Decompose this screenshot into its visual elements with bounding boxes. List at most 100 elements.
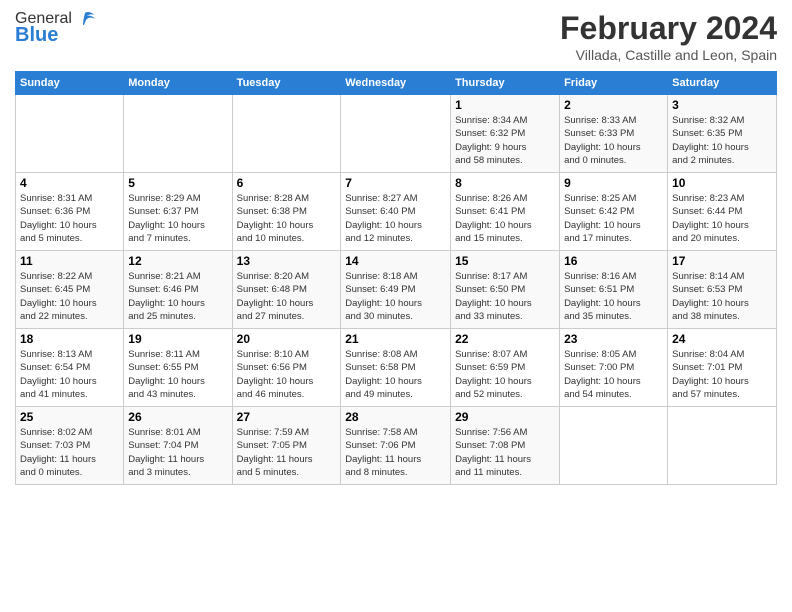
day-info: Sunrise: 8:14 AM Sunset: 6:53 PM Dayligh…	[672, 270, 772, 323]
calendar-cell	[560, 407, 668, 485]
day-info: Sunrise: 8:22 AM Sunset: 6:45 PM Dayligh…	[20, 270, 119, 323]
col-header-thursday: Thursday	[451, 72, 560, 95]
day-info: Sunrise: 8:02 AM Sunset: 7:03 PM Dayligh…	[20, 426, 119, 479]
day-number: 4	[20, 176, 119, 190]
day-number: 7	[345, 176, 446, 190]
day-number: 11	[20, 254, 119, 268]
day-info: Sunrise: 8:10 AM Sunset: 6:56 PM Dayligh…	[237, 348, 337, 401]
day-info: Sunrise: 8:13 AM Sunset: 6:54 PM Dayligh…	[20, 348, 119, 401]
day-number: 18	[20, 332, 119, 346]
col-header-monday: Monday	[124, 72, 232, 95]
header: General Blue February 2024 Villada, Cast…	[15, 10, 777, 63]
logo: General Blue	[15, 10, 96, 47]
day-info: Sunrise: 8:27 AM Sunset: 6:40 PM Dayligh…	[345, 192, 446, 245]
title-area: February 2024 Villada, Castille and Leon…	[560, 10, 777, 63]
calendar-cell: 15Sunrise: 8:17 AM Sunset: 6:50 PM Dayli…	[451, 251, 560, 329]
calendar-cell: 24 Sunrise: 8:04 AM Sunset: 7:01 PM Dayli…	[668, 329, 777, 407]
day-number: 3	[672, 98, 772, 112]
day-info: Sunrise: 8:28 AM Sunset: 6:38 PM Dayligh…	[237, 192, 337, 245]
calendar-cell: 11 Sunrise: 8:22 AM Sunset: 6:45 PM Dayli…	[16, 251, 124, 329]
calendar-cell: 12Sunrise: 8:21 AM Sunset: 6:46 PM Dayli…	[124, 251, 232, 329]
day-number: 6	[237, 176, 337, 190]
calendar-cell: 2 Sunrise: 8:33 AM Sunset: 6:33 PM Daylig…	[560, 95, 668, 173]
day-number: 16	[564, 254, 663, 268]
calendar-cell: 10 Sunrise: 8:23 AM Sunset: 6:44 PM Dayli…	[668, 173, 777, 251]
day-info: Sunrise: 8:11 AM Sunset: 6:55 PM Dayligh…	[128, 348, 227, 401]
day-number: 27	[237, 410, 337, 424]
day-number: 9	[564, 176, 663, 190]
calendar-cell: 19 Sunrise: 8:11 AM Sunset: 6:55 PM Dayli…	[124, 329, 232, 407]
calendar-cell: 28 Sunrise: 7:58 AM Sunset: 7:06 PM Dayli…	[341, 407, 451, 485]
calendar-cell: 29 Sunrise: 7:56 AM Sunset: 7:08 PM Dayli…	[451, 407, 560, 485]
day-info: Sunrise: 8:04 AM Sunset: 7:01 PM Dayligh…	[672, 348, 772, 401]
day-number: 21	[345, 332, 446, 346]
calendar-cell	[668, 407, 777, 485]
page-container: General Blue February 2024 Villada, Cast…	[0, 0, 792, 495]
day-number: 5	[128, 176, 227, 190]
day-info: Sunrise: 8:29 AM Sunset: 6:37 PM Dayligh…	[128, 192, 227, 245]
day-info: Sunrise: 8:01 AM Sunset: 7:04 PM Dayligh…	[128, 426, 227, 479]
day-info: Sunrise: 8:23 AM Sunset: 6:44 PM Dayligh…	[672, 192, 772, 245]
day-info: Sunrise: 8:07 AM Sunset: 6:59 PM Dayligh…	[455, 348, 555, 401]
day-info: Sunrise: 8:20 AM Sunset: 6:48 PM Dayligh…	[237, 270, 337, 323]
week-row-3: 11 Sunrise: 8:22 AM Sunset: 6:45 PM Dayli…	[16, 251, 777, 329]
calendar-cell: 21 Sunrise: 8:08 AM Sunset: 6:58 PM Dayli…	[341, 329, 451, 407]
calendar-cell: 13 Sunrise: 8:20 AM Sunset: 6:48 PM Dayli…	[232, 251, 341, 329]
day-info: Sunrise: 7:56 AM Sunset: 7:08 PM Dayligh…	[455, 426, 555, 479]
calendar-table: SundayMondayTuesdayWednesdayThursdayFrid…	[15, 71, 777, 485]
calendar-cell: 26Sunrise: 8:01 AM Sunset: 7:04 PM Dayli…	[124, 407, 232, 485]
calendar-cell: 25 Sunrise: 8:02 AM Sunset: 7:03 PM Dayli…	[16, 407, 124, 485]
day-number: 13	[237, 254, 337, 268]
day-number: 23	[564, 332, 663, 346]
week-row-2: 4 Sunrise: 8:31 AM Sunset: 6:36 PM Daylig…	[16, 173, 777, 251]
day-number: 24	[672, 332, 772, 346]
day-info: Sunrise: 8:34 AM Sunset: 6:32 PM Dayligh…	[455, 114, 555, 167]
calendar-cell: 3 Sunrise: 8:32 AM Sunset: 6:35 PM Daylig…	[668, 95, 777, 173]
calendar-cell: 18 Sunrise: 8:13 AM Sunset: 6:54 PM Dayli…	[16, 329, 124, 407]
col-header-saturday: Saturday	[668, 72, 777, 95]
calendar-cell: 9 Sunrise: 8:25 AM Sunset: 6:42 PM Daylig…	[560, 173, 668, 251]
calendar-cell: 7 Sunrise: 8:27 AM Sunset: 6:40 PM Daylig…	[341, 173, 451, 251]
month-title: February 2024	[560, 10, 777, 47]
day-number: 10	[672, 176, 772, 190]
day-info: Sunrise: 7:59 AM Sunset: 7:05 PM Dayligh…	[237, 426, 337, 479]
day-number: 29	[455, 410, 555, 424]
calendar-cell: 17 Sunrise: 8:14 AM Sunset: 6:53 PM Dayli…	[668, 251, 777, 329]
day-number: 8	[455, 176, 555, 190]
day-number: 17	[672, 254, 772, 268]
col-header-tuesday: Tuesday	[232, 72, 341, 95]
calendar-cell: 20 Sunrise: 8:10 AM Sunset: 6:56 PM Dayli…	[232, 329, 341, 407]
day-number: 28	[345, 410, 446, 424]
day-number: 25	[20, 410, 119, 424]
day-info: Sunrise: 8:26 AM Sunset: 6:41 PM Dayligh…	[455, 192, 555, 245]
calendar-cell: 4 Sunrise: 8:31 AM Sunset: 6:36 PM Daylig…	[16, 173, 124, 251]
week-row-4: 18 Sunrise: 8:13 AM Sunset: 6:54 PM Dayli…	[16, 329, 777, 407]
day-info: Sunrise: 8:05 AM Sunset: 7:00 PM Dayligh…	[564, 348, 663, 401]
week-row-5: 25 Sunrise: 8:02 AM Sunset: 7:03 PM Dayli…	[16, 407, 777, 485]
day-info: Sunrise: 7:58 AM Sunset: 7:06 PM Dayligh…	[345, 426, 446, 479]
day-info: Sunrise: 8:08 AM Sunset: 6:58 PM Dayligh…	[345, 348, 446, 401]
day-number: 2	[564, 98, 663, 112]
calendar-cell: 16 Sunrise: 8:16 AM Sunset: 6:51 PM Dayli…	[560, 251, 668, 329]
day-info: Sunrise: 8:17 AM Sunset: 6:50 PM Dayligh…	[455, 270, 555, 323]
day-info: Sunrise: 8:33 AM Sunset: 6:33 PM Dayligh…	[564, 114, 663, 167]
location: Villada, Castille and Leon, Spain	[560, 47, 777, 63]
day-number: 19	[128, 332, 227, 346]
col-header-wednesday: Wednesday	[341, 72, 451, 95]
day-info: Sunrise: 8:25 AM Sunset: 6:42 PM Dayligh…	[564, 192, 663, 245]
col-header-sunday: Sunday	[16, 72, 124, 95]
day-info: Sunrise: 8:32 AM Sunset: 6:35 PM Dayligh…	[672, 114, 772, 167]
calendar-cell: 5 Sunrise: 8:29 AM Sunset: 6:37 PM Daylig…	[124, 173, 232, 251]
calendar-cell: 23 Sunrise: 8:05 AM Sunset: 7:00 PM Dayli…	[560, 329, 668, 407]
day-info: Sunrise: 8:31 AM Sunset: 6:36 PM Dayligh…	[20, 192, 119, 245]
day-info: Sunrise: 8:21 AM Sunset: 6:46 PM Dayligh…	[128, 270, 227, 323]
col-header-friday: Friday	[560, 72, 668, 95]
logo-bird-icon	[74, 11, 96, 27]
day-number: 20	[237, 332, 337, 346]
logo-blue: Blue	[15, 24, 58, 47]
calendar-cell: 27 Sunrise: 7:59 AM Sunset: 7:05 PM Dayli…	[232, 407, 341, 485]
day-number: 22	[455, 332, 555, 346]
day-number: 1	[455, 98, 555, 112]
day-info: Sunrise: 8:16 AM Sunset: 6:51 PM Dayligh…	[564, 270, 663, 323]
calendar-cell	[16, 95, 124, 173]
